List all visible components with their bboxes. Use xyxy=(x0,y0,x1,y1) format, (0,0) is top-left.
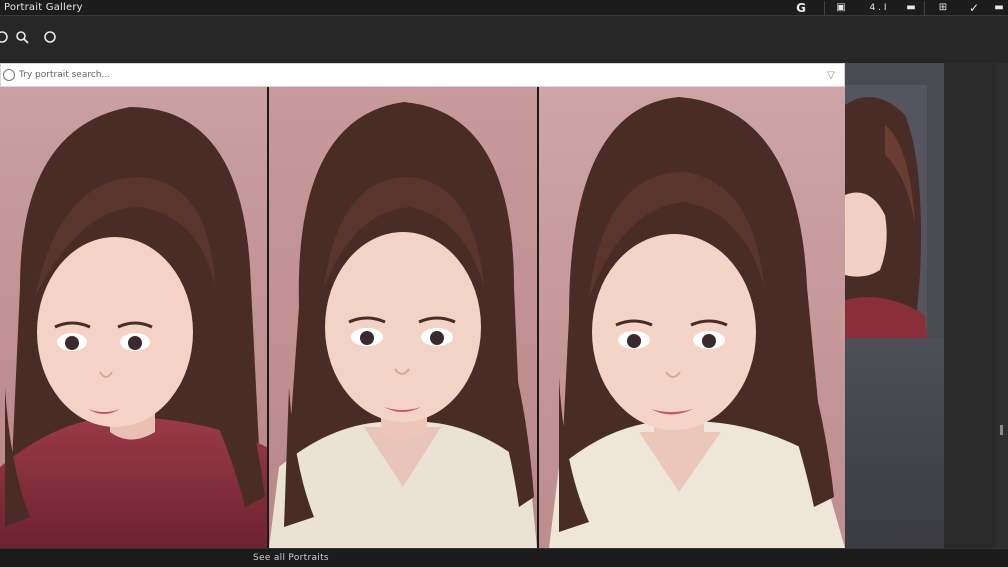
window-title: Portrait Gallery xyxy=(4,2,83,13)
g-icon[interactable]: G xyxy=(794,1,808,15)
check-icon[interactable]: ✓ xyxy=(966,1,982,15)
portrait-red-sweater[interactable] xyxy=(0,87,267,548)
title-bar: Portrait Gallery G ▣ 4 . I ▬ ⊞ ✓ ▬ xyxy=(0,0,1008,16)
circle-icon[interactable] xyxy=(42,29,58,45)
portrait-cream-sweater-large[interactable] xyxy=(539,87,845,548)
filter-icon[interactable]: ▽ xyxy=(825,69,837,81)
search-input[interactable] xyxy=(19,67,799,83)
minimize-icon[interactable]: ▬ xyxy=(992,1,1006,14)
titlebar-separator xyxy=(924,1,925,15)
scrollbar[interactable] xyxy=(996,63,1008,548)
search-bar: ▽ xyxy=(0,63,845,87)
status-bar: See all Portraits xyxy=(0,548,1008,567)
grid-icon[interactable]: ⊞ xyxy=(936,1,950,14)
status-text[interactable]: See all Portraits xyxy=(253,553,329,563)
toolbar xyxy=(0,17,1008,59)
portrait-profile[interactable] xyxy=(845,85,927,338)
search-circle-icon xyxy=(3,69,15,81)
portrait-cream-sweater[interactable] xyxy=(269,87,537,548)
page-counter: 4 . I xyxy=(869,2,887,13)
pointer-icon[interactable] xyxy=(0,29,10,45)
side-panel-lower xyxy=(845,338,944,548)
rect-icon[interactable]: ▬ xyxy=(904,1,918,14)
scrollbar-thumb[interactable] xyxy=(1000,425,1003,435)
image-icon[interactable]: ▣ xyxy=(834,1,848,14)
side-panel xyxy=(845,63,944,548)
search-icon[interactable] xyxy=(14,29,30,45)
titlebar-separator xyxy=(824,1,825,15)
photo-gallery xyxy=(0,87,845,548)
